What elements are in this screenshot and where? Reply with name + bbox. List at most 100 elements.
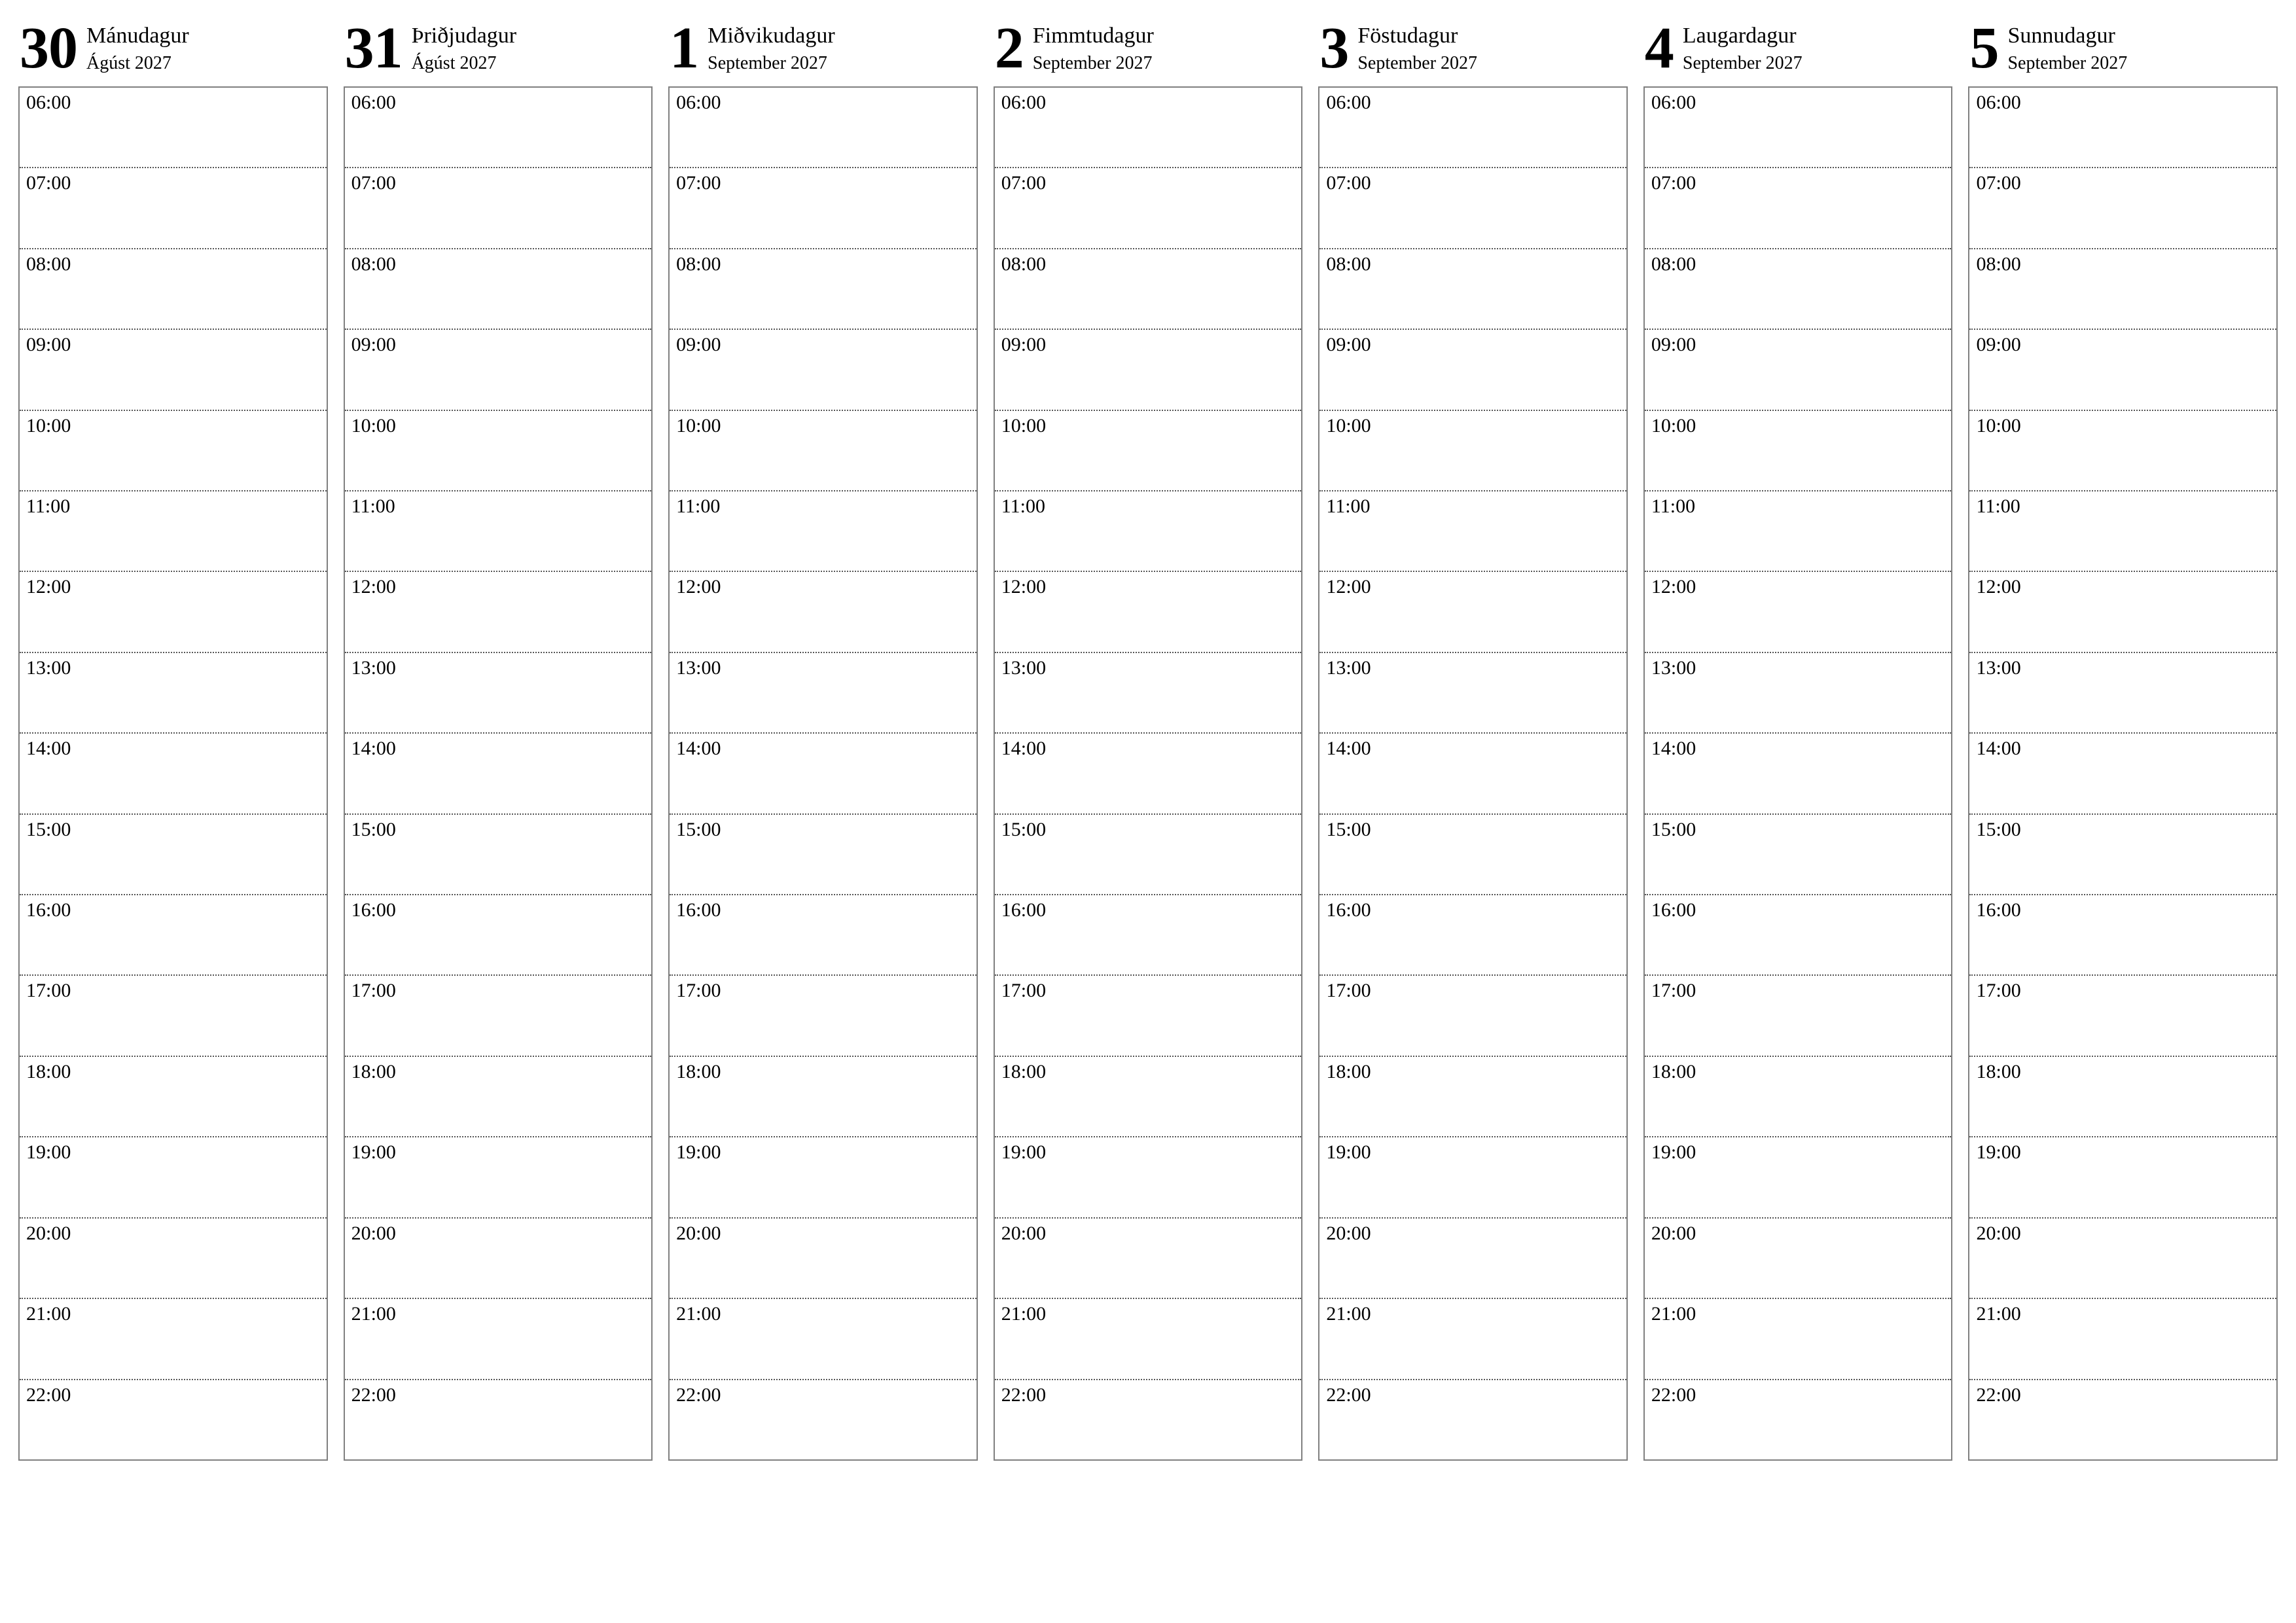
day-subtitle: Ágúst 2027 (86, 52, 189, 75)
time-label: 21:00 (1001, 1303, 1046, 1325)
time-slot: 08:00 (345, 248, 652, 329)
time-label: 14:00 (1976, 738, 2020, 759)
time-slot: 14:00 (20, 732, 327, 813)
day-number: 5 (1969, 19, 1998, 78)
time-label: 17:00 (351, 980, 396, 1001)
weekly-planner-page: 30 Mánudagur Ágúst 2027 06:00 07:00 08:0… (0, 0, 2296, 1623)
time-slot: 11:00 (1645, 490, 1952, 571)
time-slot: 20:00 (1319, 1217, 1626, 1298)
time-label: 08:00 (1976, 253, 2020, 275)
time-slot: 20:00 (1645, 1217, 1952, 1298)
time-slot: 10:00 (670, 410, 977, 490)
time-label: 22:00 (351, 1384, 396, 1406)
time-slot: 10:00 (1319, 410, 1626, 490)
time-label: 17:00 (26, 980, 71, 1001)
time-label: 11:00 (1976, 495, 2020, 517)
time-slot: 10:00 (1969, 410, 2276, 490)
time-slot: 17:00 (1319, 974, 1626, 1055)
time-slot: 17:00 (345, 974, 652, 1055)
time-slot: 15:00 (995, 813, 1302, 894)
day-name: Þriðjudagur (412, 23, 517, 50)
time-label: 19:00 (26, 1141, 71, 1163)
time-slot: 19:00 (1645, 1136, 1952, 1217)
time-slot: 06:00 (1319, 88, 1626, 167)
time-slot: 15:00 (20, 813, 327, 894)
time-slot: 07:00 (670, 167, 977, 247)
time-label: 15:00 (1326, 819, 1371, 840)
time-slot: 09:00 (995, 329, 1302, 409)
time-slot: 12:00 (345, 571, 652, 651)
time-label: 06:00 (1651, 92, 1696, 113)
time-label: 18:00 (676, 1061, 721, 1082)
day-grid: 06:00 07:00 08:00 09:00 10:00 11:00 12:0… (344, 86, 653, 1461)
time-slot: 15:00 (345, 813, 652, 894)
time-label: 20:00 (676, 1222, 721, 1244)
time-slot: 11:00 (20, 490, 327, 571)
time-slot: 12:00 (670, 571, 977, 651)
time-slot: 22:00 (1319, 1379, 1626, 1459)
time-label: 21:00 (1976, 1303, 2020, 1325)
time-slot: 18:00 (1645, 1056, 1952, 1136)
time-slot: 12:00 (20, 571, 327, 651)
time-label: 11:00 (351, 495, 395, 517)
time-slot: 22:00 (1645, 1379, 1952, 1459)
time-label: 13:00 (1001, 657, 1046, 679)
time-slot: 19:00 (345, 1136, 652, 1217)
time-label: 10:00 (676, 415, 721, 437)
time-label: 21:00 (1651, 1303, 1696, 1325)
time-label: 10:00 (1326, 415, 1371, 437)
time-label: 06:00 (1001, 92, 1046, 113)
time-label: 13:00 (676, 657, 721, 679)
time-label: 07:00 (1001, 172, 1046, 194)
day-subtitle: Ágúst 2027 (412, 52, 517, 75)
day-subtitle: September 2027 (708, 52, 835, 75)
time-slot: 11:00 (995, 490, 1302, 571)
time-label: 16:00 (676, 899, 721, 921)
time-label: 15:00 (676, 819, 721, 840)
time-label: 17:00 (1651, 980, 1696, 1001)
time-label: 10:00 (1651, 415, 1696, 437)
time-label: 14:00 (1651, 738, 1696, 759)
time-slot: 22:00 (1969, 1379, 2276, 1459)
time-label: 16:00 (351, 899, 396, 921)
time-slot: 17:00 (1969, 974, 2276, 1055)
day-name: Miðvikudagur (708, 23, 835, 50)
time-label: 13:00 (1326, 657, 1371, 679)
time-slot: 22:00 (995, 1379, 1302, 1459)
time-slot: 18:00 (995, 1056, 1302, 1136)
time-label: 17:00 (676, 980, 721, 1001)
time-slot: 15:00 (670, 813, 977, 894)
time-label: 18:00 (1976, 1061, 2020, 1082)
day-header: 4 Laugardagur September 2027 (1643, 16, 1953, 86)
time-slot: 07:00 (995, 167, 1302, 247)
time-label: 20:00 (1651, 1222, 1696, 1244)
time-slot: 08:00 (670, 248, 977, 329)
time-slot: 15:00 (1645, 813, 1952, 894)
time-slot: 22:00 (670, 1379, 977, 1459)
time-label: 20:00 (351, 1222, 396, 1244)
time-label: 14:00 (351, 738, 396, 759)
time-slot: 13:00 (1645, 652, 1952, 732)
day-column: 2 Fimmtudagur September 2027 06:00 07:00… (994, 16, 1303, 1461)
time-label: 09:00 (676, 334, 721, 355)
time-slot: 07:00 (1969, 167, 2276, 247)
time-slot: 16:00 (1969, 894, 2276, 974)
time-slot: 16:00 (20, 894, 327, 974)
time-slot: 22:00 (20, 1379, 327, 1459)
day-meta: Fimmtudagur September 2027 (1033, 23, 1154, 74)
time-label: 06:00 (26, 92, 71, 113)
time-slot: 17:00 (670, 974, 977, 1055)
time-slot: 18:00 (1969, 1056, 2276, 1136)
time-label: 21:00 (1326, 1303, 1371, 1325)
time-slot: 12:00 (1645, 571, 1952, 651)
time-label: 18:00 (351, 1061, 396, 1082)
time-slot: 14:00 (1319, 732, 1626, 813)
time-slot: 18:00 (345, 1056, 652, 1136)
time-label: 18:00 (1001, 1061, 1046, 1082)
time-label: 10:00 (26, 415, 71, 437)
day-meta: Mánudagur Ágúst 2027 (86, 23, 189, 74)
time-slot: 19:00 (1319, 1136, 1626, 1217)
time-slot: 06:00 (670, 88, 977, 167)
time-label: 21:00 (26, 1303, 71, 1325)
day-grid: 06:00 07:00 08:00 09:00 10:00 11:00 12:0… (1968, 86, 2278, 1461)
